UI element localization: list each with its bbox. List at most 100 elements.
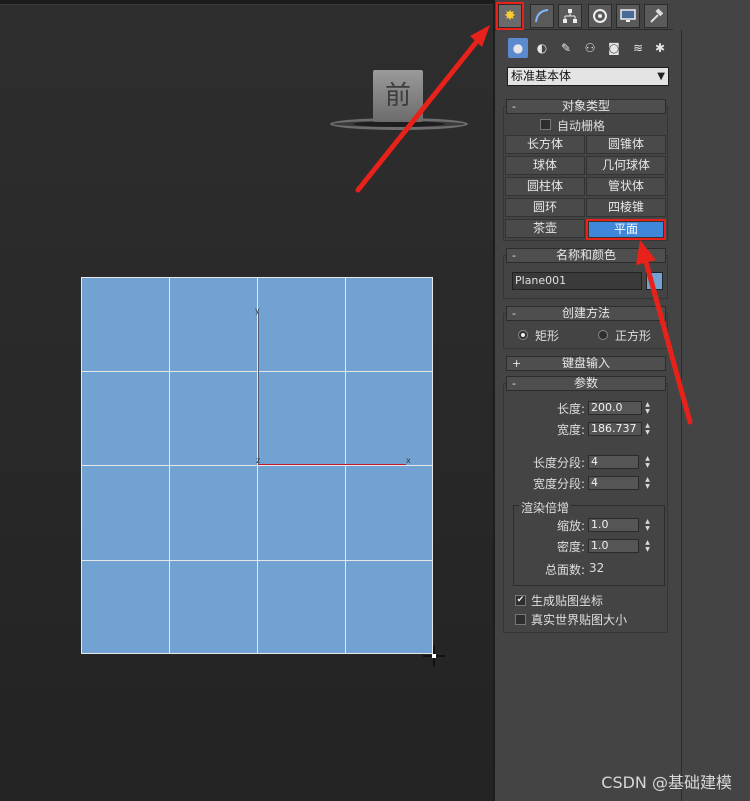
space-warps-icon: ≋: [632, 41, 644, 55]
width-label: 宽度:: [556, 423, 585, 437]
collapse-icon: -: [512, 249, 516, 262]
keyboard-entry-title: 键盘输入: [561, 356, 610, 370]
hierarchy-tab[interactable]: [558, 4, 582, 28]
display-monitor-icon: [620, 9, 636, 22]
plane-button[interactable]: 平面: [586, 219, 666, 240]
length-label: 长度:: [556, 402, 585, 416]
autogrid-checkbox[interactable]: [540, 119, 551, 130]
plane-grid-line: [82, 560, 432, 561]
helpers-category-button[interactable]: ◙: [604, 38, 624, 58]
front-viewport[interactable]: 前 y x z: [0, 0, 493, 801]
scale-spinner[interactable]: ▲ ▼: [643, 518, 652, 532]
total-faces-value: 32: [589, 561, 605, 575]
object-color-swatch[interactable]: [646, 272, 663, 290]
panel-empty-area: [673, 0, 750, 801]
panel-divider: [495, 29, 675, 30]
geosphere-button[interactable]: 几何球体: [586, 156, 666, 175]
helpers-icon: ◙: [608, 41, 620, 55]
length-segments-spinner[interactable]: ▲ ▼: [643, 455, 652, 469]
create-tab[interactable]: ✸: [496, 2, 524, 30]
width-field[interactable]: 186.737: [588, 422, 642, 436]
gizmo-x-axis: [258, 464, 406, 465]
parameters-rollout-header[interactable]: - 参数: [506, 376, 666, 391]
axis-y-label: y: [255, 306, 260, 315]
hierarchy-icon: [563, 9, 577, 23]
utilities-tab[interactable]: [644, 4, 668, 28]
object-name-input[interactable]: Plane001: [512, 272, 642, 290]
crosshair-cursor-icon: [423, 645, 445, 667]
viewcube[interactable]: 前: [325, 62, 475, 137]
motion-tab[interactable]: [588, 4, 612, 28]
create-star-icon: ✸: [504, 8, 516, 24]
object-type-title: 对象类型: [561, 99, 610, 113]
teapot-button[interactable]: 茶壶: [505, 219, 585, 238]
sphere-button[interactable]: 球体: [505, 156, 585, 175]
gen-mapping-coords-label: 生成贴图坐标: [531, 594, 604, 608]
square-label: 正方形: [615, 329, 652, 343]
total-faces-label: 总面数:: [545, 563, 586, 577]
motion-icon: [593, 9, 607, 23]
cameras-category-button[interactable]: ⚇: [580, 38, 600, 58]
creation-method-rollout-header[interactable]: - 创建方法: [506, 306, 666, 321]
width-spinner[interactable]: ▲ ▼: [643, 422, 652, 436]
pyramid-button[interactable]: 四棱锥: [586, 198, 666, 217]
width-segments-label: 宽度分段:: [532, 477, 585, 491]
systems-icon: ✱: [654, 41, 666, 55]
lights-icon: ✎: [560, 41, 572, 55]
collapse-icon: -: [512, 307, 516, 320]
viewport-top-border: [0, 0, 493, 5]
command-panel: ✸ ● ◐ ✎ ⚇ ◙ ≋ ✱ 标准基本体 ▼ - 对象类型 自动栅格 长方体 …: [493, 0, 675, 801]
primitive-type-dropdown[interactable]: 标准基本体 ▼: [507, 67, 669, 86]
cameras-icon: ⚇: [584, 41, 596, 55]
panel-separator: [681, 30, 682, 801]
cylinder-button[interactable]: 圆柱体: [505, 177, 585, 196]
render-multipliers-title: 渲染倍增: [519, 499, 572, 516]
geometry-category-button[interactable]: ●: [508, 38, 528, 58]
viewcube-front-face[interactable]: 前: [373, 70, 423, 122]
creation-method-title: 创建方法: [561, 306, 610, 320]
plane-object[interactable]: y x z: [81, 277, 433, 654]
modify-tab[interactable]: [530, 4, 554, 28]
gizmo-y-axis: [258, 312, 259, 464]
hammer-icon: [650, 8, 664, 23]
square-radio[interactable]: [598, 330, 608, 340]
scale-field[interactable]: 1.0: [588, 518, 639, 532]
geometry-icon: ●: [512, 41, 524, 55]
cone-button[interactable]: 圆锥体: [586, 135, 666, 154]
object-type-rollout-header[interactable]: - 对象类型: [506, 99, 666, 114]
density-label: 密度:: [556, 540, 585, 554]
gen-mapping-coords-checkbox[interactable]: ✔: [515, 595, 526, 606]
name-color-rollout-header[interactable]: - 名称和颜色: [506, 248, 666, 263]
scale-label: 缩放:: [556, 519, 585, 533]
length-spinner[interactable]: ▲ ▼: [643, 401, 652, 415]
collapse-icon: -: [512, 100, 516, 113]
torus-button[interactable]: 圆环: [505, 198, 585, 217]
keyboard-entry-rollout-header[interactable]: + 键盘输入: [506, 356, 666, 371]
width-segments-field[interactable]: 4: [588, 476, 639, 490]
length-segments-field[interactable]: 4: [588, 455, 639, 469]
shapes-category-button[interactable]: ◐: [532, 38, 552, 58]
display-tab[interactable]: [616, 4, 640, 28]
parameters-title: 参数: [573, 376, 598, 390]
box-button[interactable]: 长方体: [505, 135, 585, 154]
axis-x-label: x: [406, 456, 411, 465]
width-segments-spinner[interactable]: ▲ ▼: [643, 476, 652, 490]
lights-category-button[interactable]: ✎: [556, 38, 576, 58]
real-world-map-size-label: 真实世界贴图大小: [531, 613, 628, 627]
length-field[interactable]: 200.0: [588, 401, 642, 415]
chevron-down-icon: ▼: [657, 71, 665, 82]
collapse-icon: -: [512, 377, 516, 390]
rectangle-radio[interactable]: [518, 330, 528, 340]
density-field[interactable]: 1.0: [588, 539, 639, 553]
primitive-type-value: 标准基本体: [511, 69, 572, 83]
shapes-icon: ◐: [536, 41, 548, 55]
systems-category-button[interactable]: ✱: [650, 38, 670, 58]
autogrid-label: 自动栅格: [557, 119, 606, 133]
density-spinner[interactable]: ▲ ▼: [643, 539, 652, 553]
tube-button[interactable]: 管状体: [586, 177, 666, 196]
real-world-map-size-checkbox[interactable]: [515, 614, 526, 625]
plane-grid-line: [82, 371, 432, 372]
expand-icon: +: [512, 357, 522, 370]
plane-grid-line: [82, 465, 432, 466]
space-warps-category-button[interactable]: ≋: [628, 38, 648, 58]
